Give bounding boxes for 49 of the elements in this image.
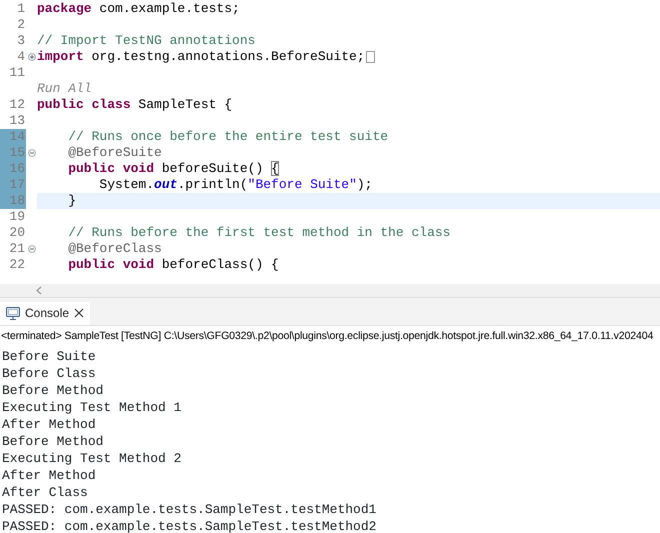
code-line: // Runs before the first test method in the class: [67, 225, 452, 241]
code-line: public class SampleTest {: [37, 97, 234, 113]
console-output-line: Before Method: [2, 433, 104, 450]
line-number: 4: [16, 49, 26, 65]
changed-line-number: 17: [0, 177, 26, 193]
line-number: 1: [16, 1, 26, 17]
line-number: 13: [8, 113, 26, 129]
line-number: 19: [8, 209, 26, 225]
code-line: System.out.println("Before Suite");: [98, 177, 374, 193]
line-number: 12: [8, 97, 26, 113]
console-output-line: Before Method: [2, 382, 104, 399]
code-line: @BeforeClass: [67, 241, 163, 257]
line-number: 3: [16, 33, 26, 49]
changed-line-number: 15: [0, 145, 26, 161]
scroll-left-icon[interactable]: [36, 286, 42, 295]
line-number: 22: [8, 257, 26, 273]
code-line: // Import TestNG annotations: [37, 33, 256, 49]
code-line: public void beforeSuite() {: [67, 161, 280, 177]
line-number: 20: [8, 225, 26, 241]
code-line: package com.example.tests;: [37, 1, 241, 17]
collapse-fold-icon[interactable]: [28, 245, 36, 253]
line-number: 21: [8, 241, 26, 257]
console-output-line: Executing Test Method 1: [2, 399, 182, 416]
changed-line-number: 14: [0, 129, 26, 145]
close-icon[interactable]: [74, 308, 84, 318]
console-output-line: After Method: [2, 416, 97, 433]
console-output-line: PASSED: com.example.tests.SampleTest.testMethod1: [2, 501, 378, 518]
console-output-line: After Class: [2, 484, 89, 501]
code-line: public void beforeClass() {: [67, 257, 280, 273]
code-line: @BeforeSuite: [67, 145, 163, 161]
code-line: // Runs once before the entire test suite: [67, 129, 390, 145]
horizontal-scrollbar[interactable]: [0, 284, 660, 297]
expand-fold-icon[interactable]: [28, 53, 36, 61]
changed-line-number: 16: [0, 161, 26, 177]
console-icon: [6, 306, 20, 320]
line-number: 2: [16, 17, 26, 33]
console-status-text: <terminated> SampleTest [TestNG] C:\Users\GFG0329\.p2\pool\plugins\org.eclipse.justj.openjdk.hotspot.jre.full.win32.x86_64_17.0.11.v202404: [0, 329, 654, 344]
collapse-fold-icon[interactable]: [28, 149, 36, 157]
run-all-link[interactable]: Run All: [37, 81, 92, 96]
line-number: 11: [8, 65, 26, 81]
console-output-line: PASSED: com.example.tests.SampleTest.testMethod2: [2, 518, 378, 533]
changed-line-number: 18: [0, 193, 26, 209]
folded-code-icon[interactable]: [366, 50, 375, 63]
console-tab[interactable]: Console: [0, 302, 90, 325]
console-output-line: Before Class: [2, 365, 97, 382]
console-output-line: Executing Test Method 2: [2, 450, 182, 467]
console-output-line: Before Suite: [2, 348, 97, 365]
code-line: import org.testng.annotations.BeforeSuite;: [37, 49, 660, 65]
console-output-line: After Method: [2, 467, 97, 484]
